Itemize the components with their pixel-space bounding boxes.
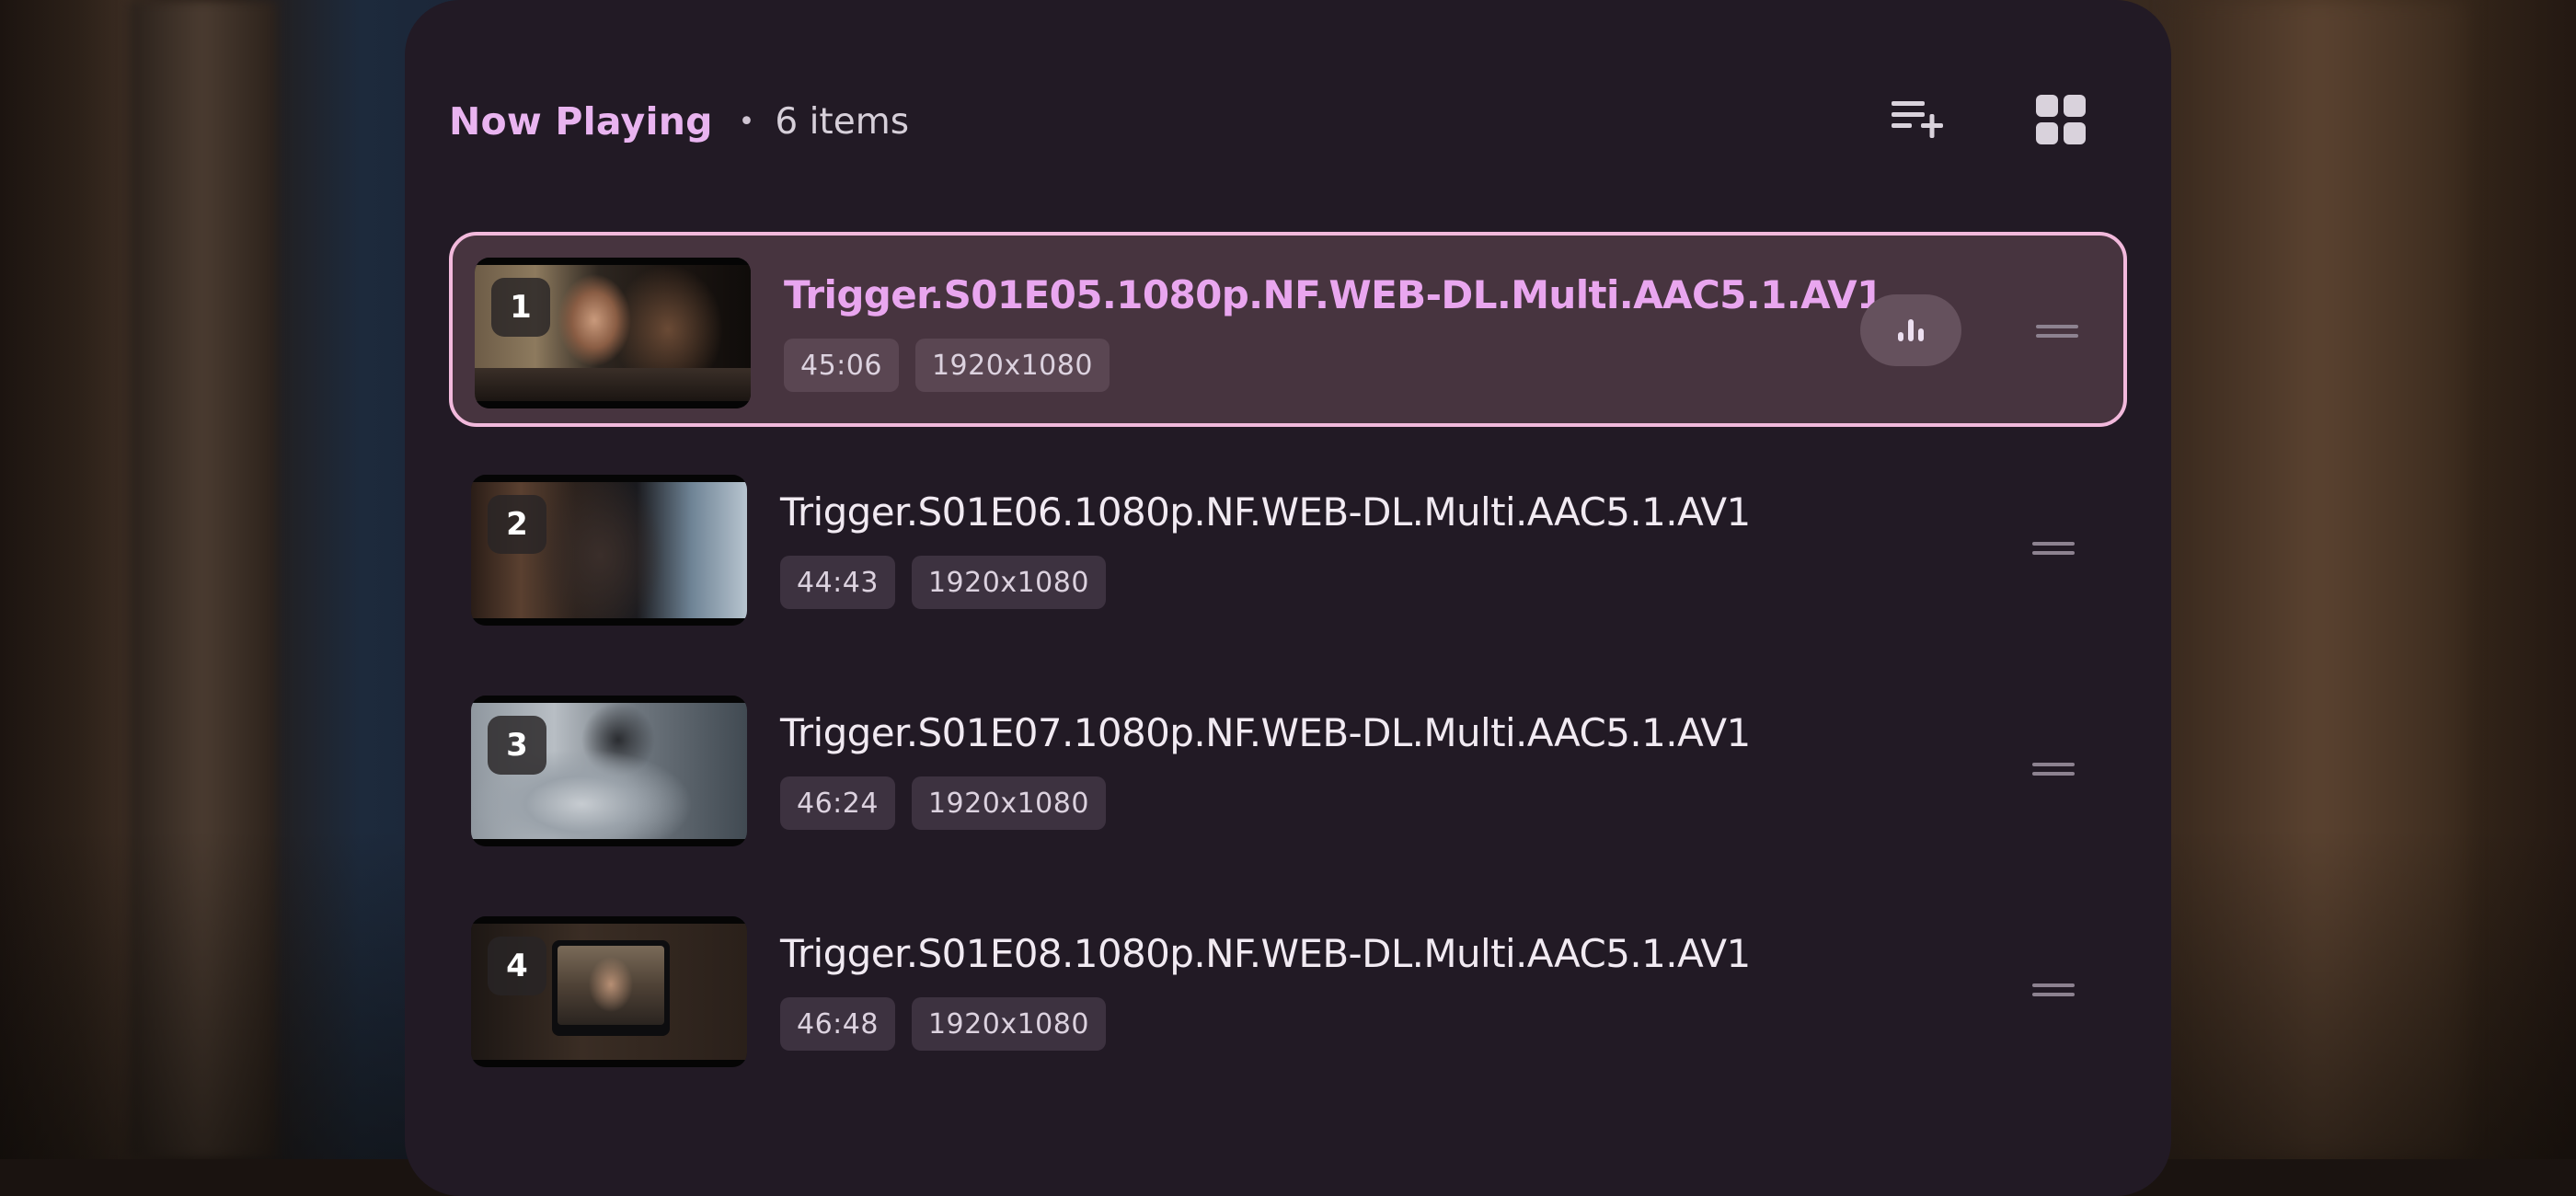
playlist-item[interactable]: 2 Trigger.S01E06.1080p.NF.WEB-DL.Multi.A… [449,453,2127,648]
now-playing-button[interactable] [1860,294,1961,366]
drag-handle[interactable] [2024,528,2083,572]
add-to-queue-button[interactable] [1873,77,1961,166]
drag-handle[interactable] [2028,311,2087,355]
duration-chip: 44:43 [780,556,895,609]
duration-chip: 45:06 [784,339,899,392]
item-count: 6 items [775,100,910,143]
playlist-add-icon [1888,96,1947,147]
resolution-chip: 1920x1080 [911,997,1106,1051]
drag-handle-icon [2030,979,2076,1005]
playlist-title: Now Playing [449,99,713,144]
item-number-badge: 3 [488,716,546,775]
resolution-chip: 1920x1080 [911,776,1106,830]
resolution-chip: 1920x1080 [914,339,1110,392]
duration-chip: 46:48 [780,997,895,1051]
playlist-item[interactable]: 4 Trigger.S01E08.1080p.NF.WEB-DL.Multi.A… [449,894,2127,1089]
item-title: Trigger.S01E07.1080p.NF.WEB-DL.Multi.AAC… [780,710,1751,755]
item-title: Trigger.S01E08.1080p.NF.WEB-DL.Multi.AAC… [780,931,1751,976]
playlist-header: Now Playing • 6 items [449,88,909,155]
drag-handle-icon [2030,758,2076,784]
item-number-badge: 4 [488,937,546,995]
video-thumbnail: 1 [475,258,751,408]
header-separator: • [738,105,755,138]
item-title: Trigger.S01E06.1080p.NF.WEB-DL.Multi.AAC… [780,489,1751,535]
video-thumbnail: 2 [471,475,747,626]
playlist-item[interactable]: 3 Trigger.S01E07.1080p.NF.WEB-DL.Multi.A… [449,673,2127,868]
equalizer-icon [1892,314,1929,347]
drag-handle-icon [2034,320,2080,346]
playlist-item[interactable]: 1 Trigger.S01E05.1080p.NF.WEB-DL.Multi.A… [449,232,2127,427]
video-thumbnail: 3 [471,696,747,846]
resolution-chip: 1920x1080 [911,556,1106,609]
item-number-badge: 2 [488,495,546,554]
grid-view-icon [2034,93,2087,150]
item-title: Trigger.S01E05.1080p.NF.WEB-DL.Multi.AAC… [784,272,1883,317]
drag-handle[interactable] [2024,749,2083,793]
duration-chip: 46:24 [780,776,895,830]
item-number-badge: 1 [491,278,550,337]
grid-view-button[interactable] [2017,77,2105,166]
drag-handle-icon [2030,537,2076,563]
drag-handle[interactable] [2024,970,2083,1014]
video-thumbnail: 4 [471,916,747,1067]
